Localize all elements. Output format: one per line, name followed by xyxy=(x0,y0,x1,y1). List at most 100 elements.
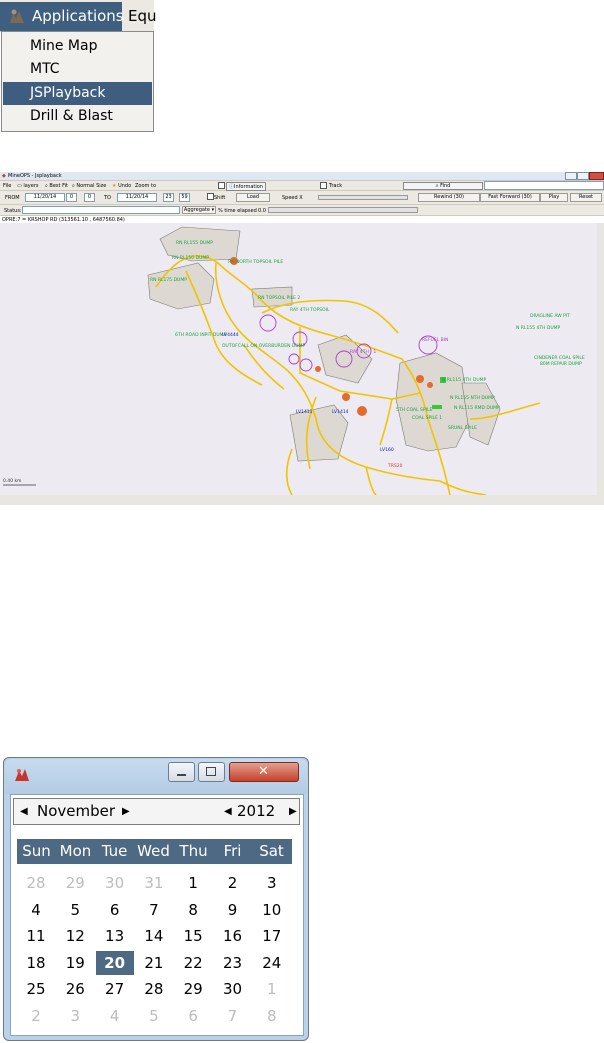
file-menu[interactable]: File xyxy=(3,183,11,189)
from-minute-field[interactable]: 0 xyxy=(84,193,95,202)
speed-slider[interactable] xyxy=(318,195,408,200)
calendar-day[interactable]: 28 xyxy=(17,871,55,895)
calendar-day[interactable]: 2 xyxy=(214,871,252,895)
next-month-arrow[interactable]: ▶ xyxy=(122,799,130,824)
to-date-field[interactable]: 11/20/14 xyxy=(117,193,157,202)
play-button[interactable]: Play xyxy=(540,193,568,202)
close-button[interactable]: ✕ xyxy=(229,762,299,782)
menu-item-mtc[interactable]: MTC xyxy=(3,58,152,81)
calendar-day[interactable]: 5 xyxy=(135,1004,173,1028)
year-label: 2012 xyxy=(237,802,276,820)
previous-month-arrow[interactable]: ◀ xyxy=(20,799,28,824)
map-horizontal-scrollbar[interactable] xyxy=(0,495,604,505)
weekday-label: Sun xyxy=(22,842,51,860)
calendar-day[interactable]: 11 xyxy=(17,924,55,948)
calendar-day[interactable]: 10 xyxy=(253,898,291,922)
calendar-day[interactable]: 16 xyxy=(214,924,252,948)
reset-button[interactable]: Reset xyxy=(570,193,602,202)
layers-button[interactable]: ▭ layers xyxy=(17,183,38,189)
calendar-day[interactable]: 6 xyxy=(96,898,134,922)
calendar-day[interactable]: 3 xyxy=(253,871,291,895)
calendar-day[interactable]: 27 xyxy=(96,977,134,1001)
best-fit-button[interactable]: ⌕ Best Fit xyxy=(45,183,68,189)
calendar-day[interactable]: 2 xyxy=(17,1004,55,1028)
find-button[interactable]: ⌕ Find xyxy=(403,182,483,190)
undo-button[interactable]: ★ Undo xyxy=(112,183,131,189)
equipment-menu-label[interactable]: Equ xyxy=(128,2,157,31)
calendar-day[interactable]: 4 xyxy=(17,898,55,922)
calendar-day[interactable]: 29 xyxy=(56,871,94,895)
next-year-arrow[interactable]: ▶ xyxy=(289,799,297,824)
weekday-label: Tue xyxy=(101,842,128,860)
close-button[interactable] xyxy=(589,172,604,180)
menu-item-label: Mine Map xyxy=(30,38,98,54)
information-button[interactable]: ⓘInformation xyxy=(226,182,266,191)
menu-item-drill-blast[interactable]: Drill & Blast xyxy=(3,105,152,128)
calendar-day[interactable]: 31 xyxy=(135,871,173,895)
menu-item-jsplayback[interactable]: JSPlayback xyxy=(3,82,152,105)
track-label: Track xyxy=(329,183,343,189)
calendar-day[interactable]: 30 xyxy=(214,977,252,1001)
calendar-day[interactable]: 7 xyxy=(214,1004,252,1028)
from-date-field[interactable]: 11/20/14 xyxy=(25,193,65,202)
calendar-day[interactable]: 13 xyxy=(96,924,134,948)
calendar-day[interactable]: 5 xyxy=(56,898,94,922)
calendar-day[interactable]: 1 xyxy=(174,871,212,895)
calendar-body: ◀ November ▶ ◀ 2012 ▶ Sun Mon Tue Wed Th… xyxy=(10,794,304,1036)
minimize-button[interactable] xyxy=(565,172,577,180)
calendar-day[interactable]: 26 xyxy=(56,977,94,1001)
normal-size-button[interactable]: ⌕ Normal Size xyxy=(72,183,106,189)
rewind-button[interactable]: Rewind (30) xyxy=(418,193,480,202)
calendar-day[interactable]: 23 xyxy=(214,951,252,975)
calendar-day[interactable]: 17 xyxy=(253,924,291,948)
calendar-day[interactable]: 1 xyxy=(253,977,291,1001)
time-elapsed-slider[interactable] xyxy=(268,207,418,213)
fast-forward-button[interactable]: Fast Forward (30) xyxy=(480,193,540,202)
calendar-day[interactable]: 24 xyxy=(253,951,291,975)
calendar-day[interactable]: 30 xyxy=(96,871,134,895)
aggregate-dropdown[interactable]: Aggregate ▾ xyxy=(182,206,216,214)
from-hour-field[interactable]: 0 xyxy=(66,193,77,202)
shift-checkbox[interactable] xyxy=(207,193,214,200)
find-input[interactable] xyxy=(484,181,604,190)
weekday-label: Mon xyxy=(59,842,92,860)
maximize-button[interactable] xyxy=(198,762,225,782)
calendar-day[interactable]: 20 xyxy=(95,950,134,975)
calendar-day[interactable]: 18 xyxy=(17,951,55,975)
to-minute-field[interactable]: 59 xyxy=(179,193,190,202)
calendar-day[interactable]: 4 xyxy=(96,1004,134,1028)
maximize-button[interactable] xyxy=(577,172,589,180)
calendar-day[interactable]: 12 xyxy=(56,924,94,948)
equipment-marker xyxy=(427,382,433,388)
calendar-day[interactable]: 9 xyxy=(214,898,252,922)
chevron-down-icon: ▾ xyxy=(211,207,215,213)
applications-menu[interactable]: Applications xyxy=(0,2,124,31)
to-hour-field[interactable]: 23 xyxy=(163,193,174,202)
track-checkbox[interactable] xyxy=(320,182,327,189)
previous-year-arrow[interactable]: ◀ xyxy=(224,799,232,824)
calendar-day[interactable]: 28 xyxy=(135,977,173,1001)
calendar-day[interactable]: 21 xyxy=(135,951,173,975)
menu-item-mine-map[interactable]: Mine Map xyxy=(3,35,152,58)
geofence-circle xyxy=(288,353,300,365)
calendar-day[interactable]: 14 xyxy=(135,924,173,948)
map-vertical-scrollbar[interactable] xyxy=(597,223,604,495)
calendar-day[interactable]: 6 xyxy=(174,1004,212,1028)
calendar-day[interactable]: 8 xyxy=(253,1004,291,1028)
calendar-day[interactable]: 29 xyxy=(174,977,212,1001)
geofence-circle xyxy=(259,314,277,332)
calendar-day[interactable]: 8 xyxy=(174,898,212,922)
load-button[interactable]: Load xyxy=(236,193,270,202)
mine-map-canvas[interactable]: RN RL155 DUMP RN RL150 DUMP RN NORTH TOP… xyxy=(0,223,597,495)
calendar-day[interactable]: 25 xyxy=(17,977,55,1001)
map-label: N RL115 4TH DUMP xyxy=(442,377,487,383)
information-checkbox[interactable] xyxy=(218,182,225,189)
calendar-day[interactable]: 3 xyxy=(56,1004,94,1028)
calendar-day[interactable]: 7 xyxy=(135,898,173,922)
map-label: LV1414 xyxy=(332,409,349,415)
calendar-day[interactable]: 19 xyxy=(56,951,94,975)
calendar-day[interactable]: 15 xyxy=(174,924,212,948)
minimize-button[interactable] xyxy=(168,762,195,782)
zoom-to-button[interactable]: Zoom to xyxy=(135,183,156,189)
calendar-day[interactable]: 22 xyxy=(174,951,212,975)
